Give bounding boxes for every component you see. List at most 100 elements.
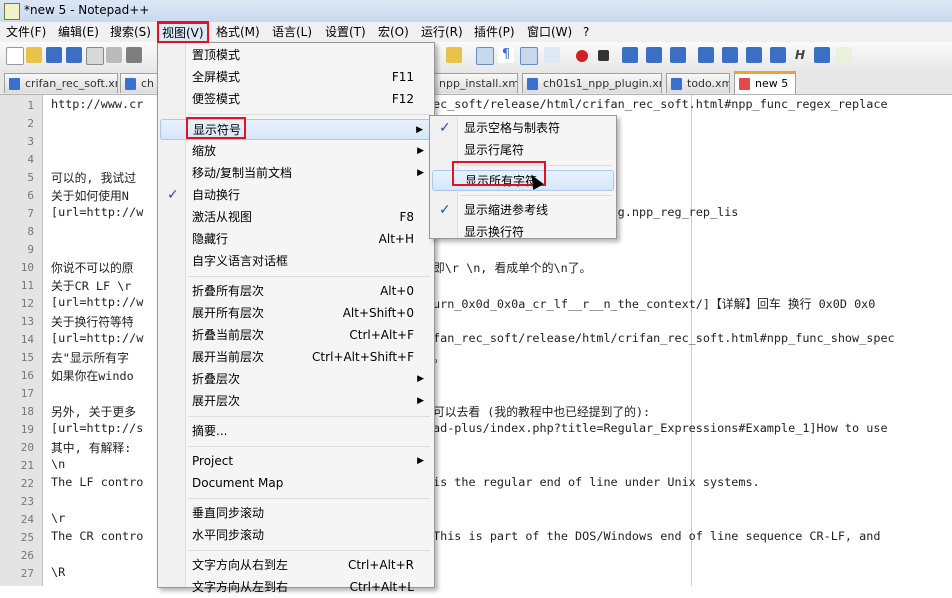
menu-item[interactable]: 显示缩进参考线 ✓ (432, 200, 614, 221)
word-wrap-icon[interactable] (476, 47, 494, 65)
menu-separator (188, 446, 430, 447)
tab-ch[interactable]: ch (120, 73, 160, 93)
tab-ch01s1-npp-plugin[interactable]: ch01s1_npp_plugin.xml (522, 73, 662, 93)
menu-item[interactable]: 便签模式 F12 (160, 89, 432, 110)
tab-todo[interactable]: todo.xml (666, 73, 730, 93)
save-all-icon[interactable] (66, 47, 82, 63)
bookmark-icon[interactable] (698, 47, 714, 63)
line-number: 9 (27, 243, 34, 256)
indent-guide-icon[interactable] (520, 47, 538, 65)
editor-line: [url=http://w (51, 205, 144, 219)
line-number: 17 (20, 387, 34, 400)
menu-item[interactable]: 折叠所有层次 Alt+0 (160, 281, 432, 302)
menu-item[interactable]: 全屏模式 F11 (160, 67, 432, 88)
menu-item[interactable]: 显示换行符 (432, 222, 614, 243)
menu-5[interactable]: 语言(L) (272, 24, 312, 40)
save-macro-icon[interactable] (670, 47, 686, 63)
menu-8[interactable]: 运行(R) (421, 24, 463, 40)
menu-6[interactable]: 设置(T) (325, 24, 366, 40)
spellcheck-icon[interactable] (836, 47, 852, 63)
menu-11[interactable]: ? (583, 24, 589, 40)
heading-icon[interactable]: H (792, 47, 808, 63)
line-number: 22 (20, 477, 34, 490)
close-all-icon[interactable] (106, 47, 122, 63)
line-number: 8 (27, 225, 34, 238)
menu-item-shortcut: Ctrl+Alt+L (349, 580, 414, 594)
user-lang-icon[interactable] (544, 47, 560, 63)
format-icon[interactable] (814, 47, 830, 63)
menu-7[interactable]: 宏(O) (378, 24, 409, 40)
editor-line: 其中, 有解释: (51, 441, 132, 455)
editor-line: 可以的, 我试过 (51, 171, 136, 185)
menu-item[interactable]: Project ▶ (160, 451, 432, 472)
menu-item[interactable]: 显示空格与制表符 ✓ (432, 118, 614, 139)
menu-item[interactable]: 垂直同步滚动 (160, 503, 432, 524)
menu-item[interactable]: 折叠层次 ▶ (160, 369, 432, 390)
print-icon[interactable] (126, 47, 142, 63)
record-macro-icon[interactable] (576, 50, 588, 62)
play-multiple-icon[interactable] (646, 47, 662, 63)
line-number: 13 (20, 315, 34, 328)
menu-2[interactable]: 搜索(S) (110, 24, 151, 40)
file-icon (9, 78, 20, 90)
menu-separator (188, 550, 430, 551)
show-all-chars-icon[interactable]: ¶ (498, 47, 514, 63)
menu-separator (460, 195, 612, 196)
stop-macro-icon[interactable] (598, 50, 609, 61)
menu-item[interactable]: 隐藏行 Alt+H (160, 229, 432, 250)
editor-line: \n (51, 457, 66, 471)
tab-crifan-rec-soft[interactable]: crifan_rec_soft.xml (4, 73, 118, 93)
align-icon[interactable] (770, 47, 786, 63)
editor-line: 你说不可以的原 (51, 261, 134, 275)
checkmark-icon: ✓ (439, 202, 451, 218)
menu-item[interactable]: 自动换行 ✓ (160, 185, 432, 206)
line-number: 27 (20, 567, 34, 580)
menu-item-label: Document Map (192, 476, 284, 490)
menu-item[interactable]: 显示行尾符 (432, 140, 614, 161)
editor-line: 另外, 关于更多 (51, 405, 136, 419)
menu-item-label: 展开所有层次 (192, 306, 265, 320)
menu-item-label: 展开当前层次 (192, 350, 265, 364)
line-number: 6 (27, 189, 34, 202)
menu-item[interactable]: 展开当前层次 Ctrl+Alt+Shift+F (160, 347, 432, 368)
menu-item[interactable]: 文字方向从左到右 Ctrl+Alt+L (160, 577, 432, 598)
menu-item[interactable]: Document Map (160, 473, 432, 494)
menu-9[interactable]: 插件(P) (474, 24, 515, 40)
play-macro-icon[interactable] (622, 47, 638, 63)
menu-item[interactable]: 自字义语言对话框 (160, 251, 432, 272)
tab-new-5[interactable]: new 5 (734, 71, 796, 94)
menu-item[interactable]: 展开层次 ▶ (160, 391, 432, 412)
arrow-up-icon[interactable] (722, 47, 738, 63)
menu-item[interactable]: 缩放 ▶ (160, 141, 432, 162)
menu-item[interactable]: 激活从视图 F8 (160, 207, 432, 228)
editor-line: http://www.cr (51, 97, 144, 111)
tab-bar: crifan_rec_soft.xml ch npp_install.xml c… (0, 70, 952, 95)
menu-item-label: 水平同步滚动 (192, 528, 265, 542)
menu-item-shortcut: Alt+0 (380, 284, 414, 298)
menu-1[interactable]: 编辑(E) (58, 24, 99, 40)
menu-item[interactable]: 文字方向从右到左 Ctrl+Alt+R (160, 555, 432, 576)
arrow-down-icon[interactable] (746, 47, 762, 63)
menu-item-label: 激活从视图 (192, 210, 253, 224)
close-icon[interactable] (86, 47, 104, 65)
line-number: 14 (20, 333, 34, 346)
line-number-gutter: 1 2 3 4 5 6 7 8 9 10 11 12 13 14 15 16 17 18 19 20 21 22 23 24 2… (0, 95, 43, 586)
menu-item[interactable]: 折叠当前层次 Ctrl+Alt+F (160, 325, 432, 346)
menu-item[interactable]: 水平同步滚动 (160, 525, 432, 546)
menu-item[interactable]: 移动/复制当前文档 ▶ (160, 163, 432, 184)
editor-line: [url=http://w (51, 331, 144, 345)
new-file-icon[interactable] (6, 47, 24, 65)
line-number: 24 (20, 513, 34, 526)
menu-item[interactable]: 摘要... (160, 421, 432, 442)
macro-icon[interactable] (446, 47, 462, 63)
menu-10[interactable]: 窗口(W) (527, 24, 572, 40)
editor-line: \r (51, 511, 66, 525)
menu-4[interactable]: 格式(M) (216, 24, 260, 40)
menu-item[interactable]: 展开所有层次 Alt+Shift+0 (160, 303, 432, 324)
open-file-icon[interactable] (26, 47, 42, 63)
menu-0[interactable]: 文件(F) (6, 24, 46, 40)
menu-item[interactable]: 置顶模式 (160, 45, 432, 66)
menu-separator (188, 114, 430, 115)
line-number: 20 (20, 441, 34, 454)
save-icon[interactable] (46, 47, 62, 63)
